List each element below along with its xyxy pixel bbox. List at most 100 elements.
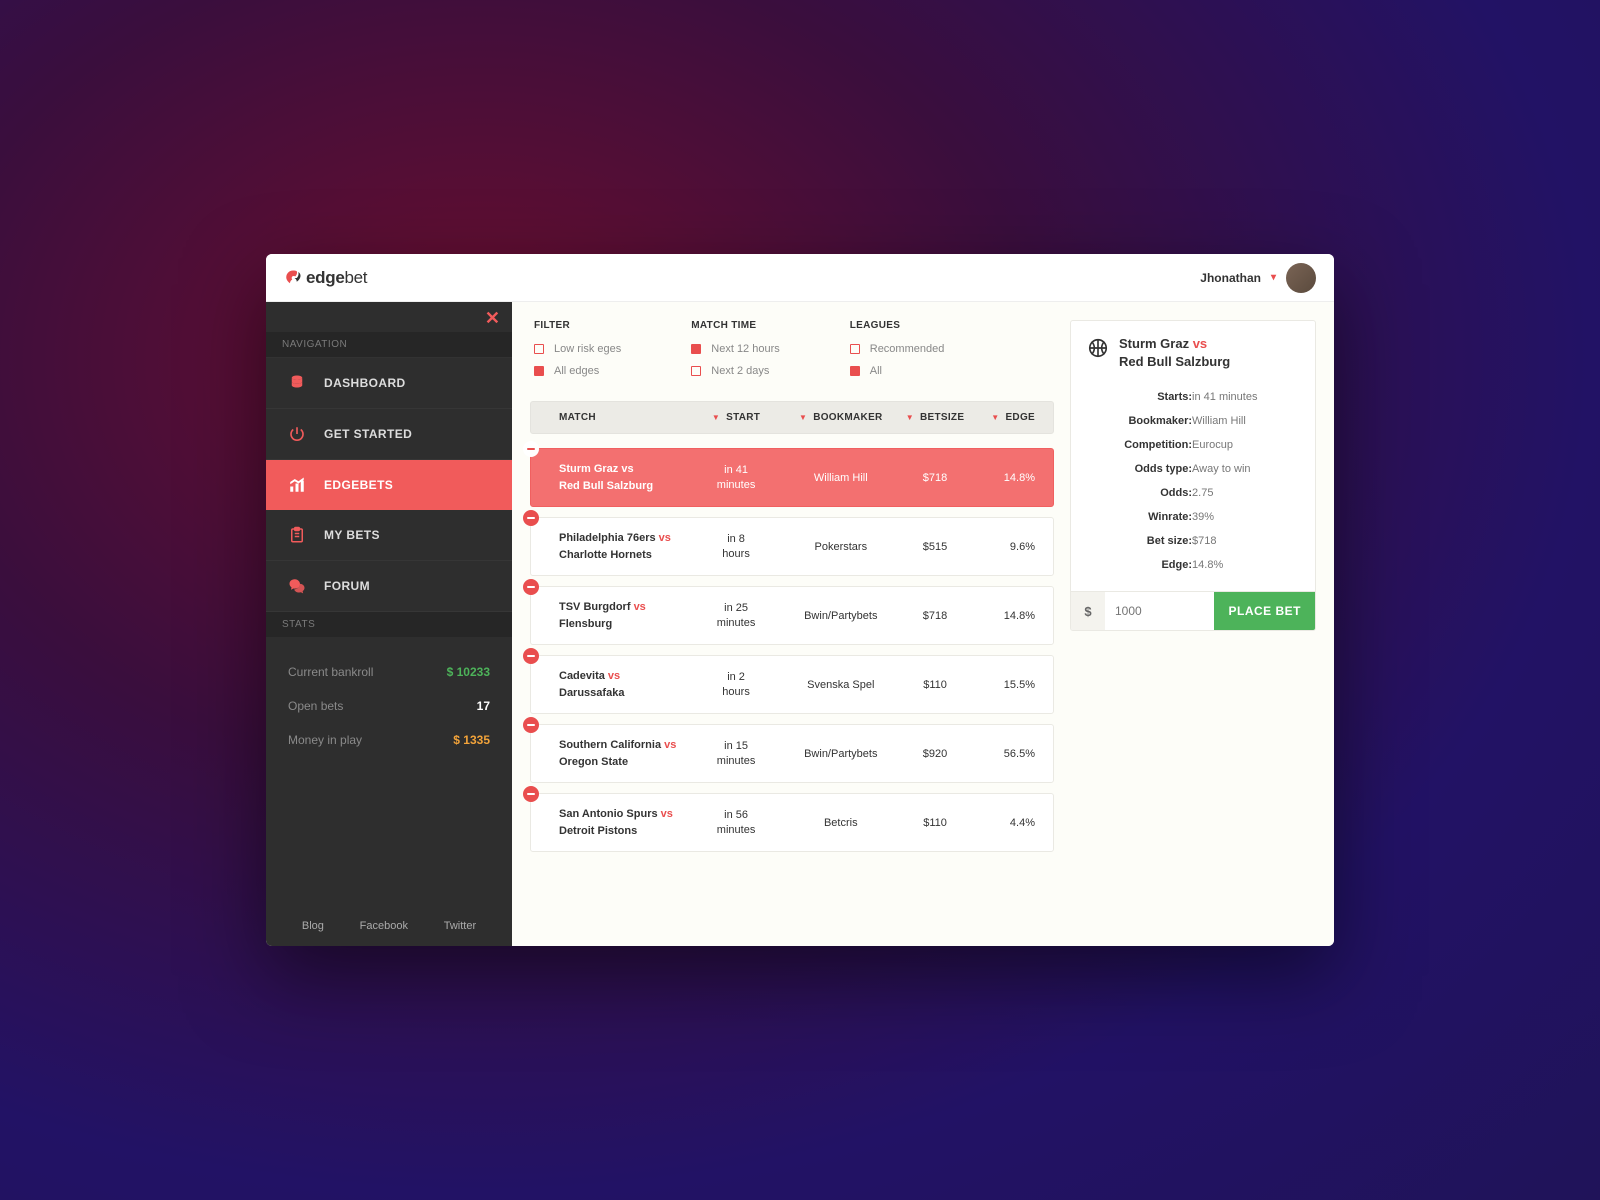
place-bet-button[interactable]: PLACE BET bbox=[1214, 592, 1315, 630]
cell-betsize: $110 bbox=[902, 679, 969, 691]
panel-title: Sturm Graz vs Red Bull Salzburg bbox=[1119, 335, 1230, 371]
prow-starts-k: Starts: bbox=[1087, 391, 1192, 403]
nav-get-started[interactable]: GET STARTED bbox=[266, 409, 512, 460]
th-edge[interactable]: ▼EDGE bbox=[968, 412, 1035, 423]
table-row[interactable]: Sturm Graz vsRed Bull Salzburgin 41minut… bbox=[530, 448, 1054, 507]
remove-icon[interactable] bbox=[523, 579, 539, 595]
logo[interactable]: edgebet bbox=[284, 268, 367, 288]
filter-head: LEAGUES bbox=[850, 320, 945, 331]
th-betsize[interactable]: ▼BETSIZE bbox=[902, 412, 969, 423]
remove-icon[interactable] bbox=[523, 648, 539, 664]
nav-label: FORUM bbox=[324, 579, 370, 593]
nav-my-bets[interactable]: MY BETS bbox=[266, 510, 512, 561]
stat-moneyinplay-value: $ 1335 bbox=[453, 733, 490, 747]
checkbox-icon bbox=[850, 366, 860, 376]
cell-match: TSV Burgdorf vsFlensburg bbox=[549, 599, 692, 632]
stats-section-label: STATS bbox=[266, 612, 512, 637]
nav-dashboard[interactable]: DASHBOARD bbox=[266, 357, 512, 409]
nav-edgebets[interactable]: EDGEBETS bbox=[266, 460, 512, 510]
nav-label: EDGEBETS bbox=[324, 478, 393, 492]
bet-amount-input[interactable] bbox=[1105, 592, 1214, 630]
cell-match: Philadelphia 76ers vsCharlotte Hornets bbox=[549, 530, 692, 563]
prow-odds-v: 2.75 bbox=[1192, 487, 1299, 499]
prow-starts-v: in 41 minutes bbox=[1192, 391, 1299, 403]
cell-bookmaker: Bwin/Partybets bbox=[780, 610, 902, 622]
remove-icon[interactable] bbox=[523, 717, 539, 733]
cell-match: Sturm Graz vsRed Bull Salzburg bbox=[549, 461, 692, 494]
main: FILTER Low risk eges All edges MATCH TIM… bbox=[512, 302, 1334, 946]
prow-winrate-v: 39% bbox=[1192, 511, 1299, 523]
prow-betsize-k: Bet size: bbox=[1087, 535, 1192, 547]
caret-down-icon: ▼ bbox=[991, 413, 999, 422]
cell-start: in 25minutes bbox=[692, 601, 780, 630]
prow-oddstype-v: Away to win bbox=[1192, 463, 1299, 475]
close-icon[interactable]: ✕ bbox=[485, 308, 500, 329]
cell-start: in 56minutes bbox=[692, 808, 780, 837]
logo-icon bbox=[284, 269, 302, 287]
cell-start: in 8hours bbox=[692, 532, 780, 561]
filter-next-2d[interactable]: Next 2 days bbox=[691, 365, 779, 377]
nav-forum[interactable]: FORUM bbox=[266, 561, 512, 612]
table-header: MATCH ▼START ▼BOOKMAKER ▼BETSIZE ▼EDGE bbox=[530, 401, 1054, 434]
checkbox-icon bbox=[534, 344, 544, 354]
cell-edge: 14.8% bbox=[968, 610, 1035, 622]
nav-label: MY BETS bbox=[324, 528, 380, 542]
filters: FILTER Low risk eges All edges MATCH TIM… bbox=[530, 320, 1054, 387]
filter-head: FILTER bbox=[534, 320, 621, 331]
filter-all-edges[interactable]: All edges bbox=[534, 365, 621, 377]
checkbox-icon bbox=[850, 344, 860, 354]
cell-bookmaker: William Hill bbox=[780, 472, 902, 484]
cell-betsize: $718 bbox=[902, 610, 969, 622]
prow-winrate-k: Winrate: bbox=[1087, 511, 1192, 523]
remove-icon[interactable] bbox=[523, 786, 539, 802]
remove-icon[interactable] bbox=[523, 441, 539, 457]
filter-recommended[interactable]: Recommended bbox=[850, 343, 945, 355]
stat-bankroll-value: $ 10233 bbox=[447, 665, 490, 679]
prow-competition-v: Eurocup bbox=[1192, 439, 1299, 451]
caret-down-icon: ▼ bbox=[906, 413, 914, 422]
bet-panel: Sturm Graz vs Red Bull Salzburg Starts:i… bbox=[1070, 320, 1316, 631]
checkbox-icon bbox=[691, 344, 701, 354]
cell-start: in 2hours bbox=[692, 670, 780, 699]
cell-betsize: $718 bbox=[902, 472, 969, 484]
prow-odds-k: Odds: bbox=[1087, 487, 1192, 499]
stats-block: Current bankroll $ 10233 Open bets 17 Mo… bbox=[266, 637, 512, 775]
body: ✕ NAVIGATION DASHBOARD GET STARTED EDGEB bbox=[266, 302, 1334, 946]
currency-symbol: $ bbox=[1071, 592, 1105, 630]
filter-next-12h[interactable]: Next 12 hours bbox=[691, 343, 779, 355]
cell-match: San Antonio Spurs vsDetroit Pistons bbox=[549, 806, 692, 839]
stat-moneyinplay-label: Money in play bbox=[288, 733, 362, 747]
table-row[interactable]: San Antonio Spurs vsDetroit Pistonsin 56… bbox=[530, 793, 1054, 852]
table-rows: Sturm Graz vsRed Bull Salzburgin 41minut… bbox=[530, 448, 1054, 852]
table-row[interactable]: Southern California vsOregon Statein 15m… bbox=[530, 724, 1054, 783]
cell-start: in 41minutes bbox=[692, 463, 780, 492]
th-match[interactable]: MATCH bbox=[549, 412, 692, 423]
avatar[interactable] bbox=[1286, 263, 1316, 293]
remove-icon[interactable] bbox=[523, 510, 539, 526]
footer-facebook[interactable]: Facebook bbox=[360, 920, 408, 932]
cell-betsize: $515 bbox=[902, 541, 969, 553]
nav-label: GET STARTED bbox=[324, 427, 412, 441]
chevron-down-icon: ▾ bbox=[1271, 272, 1276, 283]
stat-openbets-label: Open bets bbox=[288, 699, 343, 713]
footer-blog[interactable]: Blog bbox=[302, 920, 324, 932]
cell-bookmaker: Bwin/Partybets bbox=[780, 748, 902, 760]
user-menu[interactable]: Jhonathan ▾ bbox=[1200, 263, 1316, 293]
filter-head: MATCH TIME bbox=[691, 320, 779, 331]
th-start[interactable]: ▼START bbox=[692, 412, 780, 423]
filter-group-leagues: LEAGUES Recommended All bbox=[850, 320, 945, 387]
prow-oddstype-k: Odds type: bbox=[1087, 463, 1192, 475]
footer-twitter[interactable]: Twitter bbox=[444, 920, 476, 932]
th-bookmaker[interactable]: ▼BOOKMAKER bbox=[780, 412, 902, 423]
table-row[interactable]: Cadevita vsDarussafakain 2hoursSvenska S… bbox=[530, 655, 1054, 714]
table-row[interactable]: TSV Burgdorf vsFlensburgin 25minutesBwin… bbox=[530, 586, 1054, 645]
sidebar: ✕ NAVIGATION DASHBOARD GET STARTED EDGEB bbox=[266, 302, 512, 946]
filter-all-leagues[interactable]: All bbox=[850, 365, 945, 377]
checkbox-icon bbox=[691, 366, 701, 376]
prow-competition-k: Competition: bbox=[1087, 439, 1192, 451]
cell-edge: 15.5% bbox=[968, 679, 1035, 691]
table-row[interactable]: Philadelphia 76ers vsCharlotte Hornetsin… bbox=[530, 517, 1054, 576]
filter-low-risk[interactable]: Low risk eges bbox=[534, 343, 621, 355]
cell-edge: 9.6% bbox=[968, 541, 1035, 553]
cell-betsize: $920 bbox=[902, 748, 969, 760]
